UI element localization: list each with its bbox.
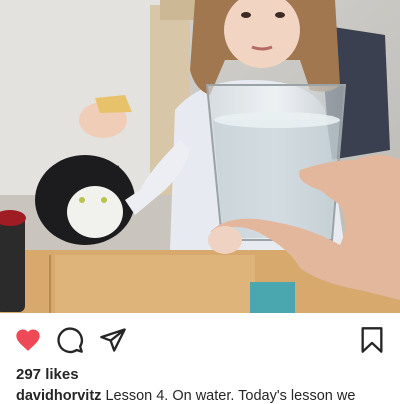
caption-text: Lesson 4. On water. Today's lesson we (105, 388, 356, 404)
comment-bubble-icon[interactable] (56, 326, 84, 354)
caption-username[interactable]: davidhorvitz (16, 388, 101, 404)
post-action-bar (0, 318, 400, 362)
heart-icon[interactable] (14, 326, 42, 354)
bookmark-icon[interactable] (358, 326, 386, 354)
post-photo[interactable] (0, 0, 400, 313)
post-photo-illustration (0, 0, 400, 313)
paper-plane-icon[interactable] (99, 326, 127, 354)
likes-count[interactable]: 297 likes (16, 366, 79, 383)
post-caption: davidhorvitz Lesson 4. On water. Today's… (16, 388, 396, 404)
